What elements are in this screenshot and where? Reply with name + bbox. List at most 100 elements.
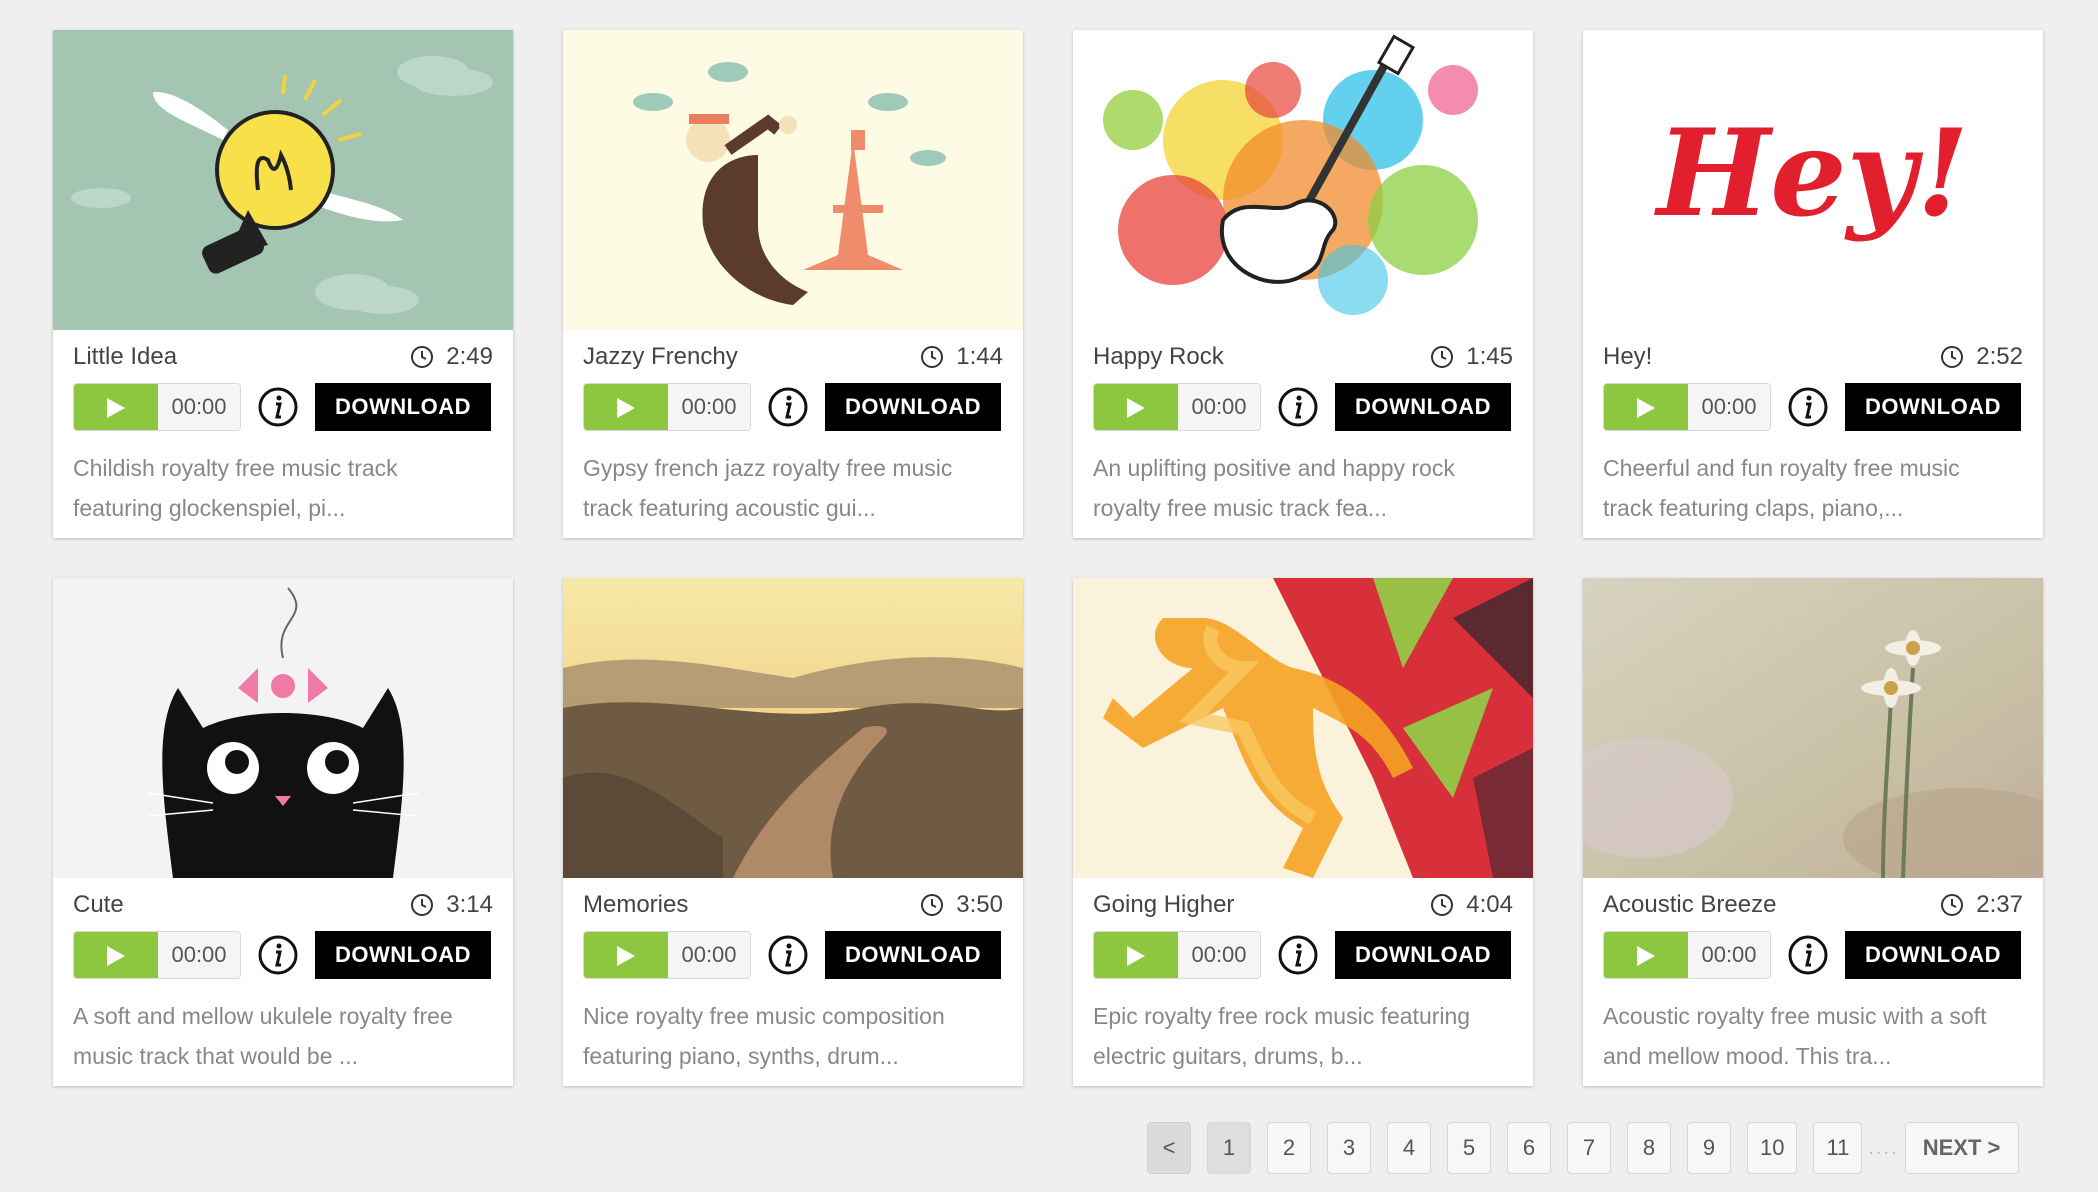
info-icon[interactable] bbox=[1787, 934, 1829, 976]
download-button[interactable]: DOWNLOAD bbox=[1335, 931, 1511, 979]
play-button[interactable] bbox=[74, 384, 158, 430]
play-icon bbox=[107, 398, 125, 418]
download-button[interactable]: DOWNLOAD bbox=[1845, 383, 2021, 431]
hey-artwork: Hey! bbox=[1583, 30, 2043, 330]
audio-player: 00:00 bbox=[583, 383, 751, 431]
clock-icon bbox=[1941, 346, 1964, 368]
track-artwork[interactable] bbox=[1583, 578, 2043, 878]
duration-text: 2:52 bbox=[1976, 343, 2023, 370]
page-button-2[interactable]: 2 bbox=[1267, 1122, 1311, 1174]
description-line: Acoustic royalty free music with a soft bbox=[1603, 1003, 1987, 1029]
track-description: Epic royalty free rock music featuring e… bbox=[1073, 980, 1533, 1076]
track-duration: 1:44 bbox=[920, 343, 1003, 371]
track-artwork[interactable] bbox=[1073, 578, 1533, 878]
duration-text: 2:37 bbox=[1976, 891, 2023, 918]
cat-artwork bbox=[53, 578, 513, 878]
play-button[interactable] bbox=[584, 384, 668, 430]
track-title: Acoustic Breeze bbox=[1603, 891, 1777, 918]
audio-player: 00:00 bbox=[1093, 383, 1261, 431]
page-button-4[interactable]: 4 bbox=[1387, 1122, 1431, 1174]
track-description: Cheerful and fun royalty free music trac… bbox=[1583, 432, 2043, 528]
page-button-1[interactable]: 1 bbox=[1207, 1122, 1251, 1174]
daisy-artwork bbox=[1583, 578, 2043, 878]
description-line: featuring glockenspiel, pi... bbox=[73, 495, 346, 521]
play-icon bbox=[617, 398, 635, 418]
info-icon[interactable] bbox=[257, 934, 299, 976]
track-duration: 1:45 bbox=[1430, 343, 1513, 371]
track-artwork[interactable]: Hey! bbox=[1583, 30, 2043, 330]
download-button[interactable]: DOWNLOAD bbox=[1335, 383, 1511, 431]
track-title: Little Idea bbox=[73, 343, 178, 370]
track-card: Going Higher 4:04 00:00 DOWNLOAD Epic ro… bbox=[1073, 578, 1533, 1086]
pagination: < 1 2 3 4 5 6 7 8 9 10 11 .... NEXT > bbox=[1147, 1122, 2019, 1174]
track-card: Acoustic Breeze 2:37 00:00 DOWNLOAD Acou… bbox=[1583, 578, 2043, 1086]
play-button[interactable] bbox=[1094, 384, 1178, 430]
track-title: Jazzy Frenchy bbox=[583, 343, 738, 370]
track-card: Jazzy Frenchy 1:44 00:00 DOWNLOAD Gypsy … bbox=[563, 30, 1023, 538]
clock-icon bbox=[921, 894, 944, 916]
download-button[interactable]: DOWNLOAD bbox=[825, 931, 1001, 979]
page-button-6[interactable]: 6 bbox=[1507, 1122, 1551, 1174]
track-description: Childish royalty free music track featur… bbox=[53, 432, 513, 528]
info-icon[interactable] bbox=[1277, 934, 1319, 976]
description-line: Childish royalty free music track bbox=[73, 455, 398, 481]
page-button-7[interactable]: 7 bbox=[1567, 1122, 1611, 1174]
track-artwork[interactable] bbox=[53, 30, 513, 330]
track-duration: 3:14 bbox=[410, 891, 493, 919]
next-page-button[interactable]: NEXT > bbox=[1904, 1122, 2019, 1174]
play-button[interactable] bbox=[74, 932, 158, 978]
track-card: Memories 3:50 00:00 DOWNLOAD Nice royalt… bbox=[563, 578, 1023, 1086]
info-icon[interactable] bbox=[767, 934, 809, 976]
track-artwork[interactable] bbox=[1073, 30, 1533, 330]
clock-icon bbox=[411, 894, 434, 916]
guitar-artwork bbox=[1073, 30, 1533, 330]
duration-text: 1:45 bbox=[1466, 343, 1513, 370]
play-icon bbox=[1637, 398, 1655, 418]
play-icon bbox=[617, 946, 635, 966]
description-line: track featuring acoustic gui... bbox=[583, 495, 876, 521]
track-card: Little Idea 2:49 00:00 DOWNLOAD Childish… bbox=[53, 30, 513, 538]
track-card: Hey! Hey! 2:52 00:00 DOWNLOAD Cheerful a… bbox=[1583, 30, 2043, 538]
audio-player: 00:00 bbox=[73, 383, 241, 431]
play-button[interactable] bbox=[1604, 384, 1688, 430]
page-button-9[interactable]: 9 bbox=[1687, 1122, 1731, 1174]
track-card: Happy Rock 1:45 00:00 DOWNLOAD An uplift… bbox=[1073, 30, 1533, 538]
page-button-10[interactable]: 10 bbox=[1747, 1122, 1798, 1174]
prev-page-button[interactable]: < bbox=[1147, 1122, 1191, 1174]
playback-time: 00:00 bbox=[158, 384, 240, 430]
playback-time: 00:00 bbox=[1688, 932, 1770, 978]
description-line: track featuring claps, piano,... bbox=[1603, 495, 1904, 521]
track-artwork[interactable] bbox=[53, 578, 513, 878]
play-icon bbox=[107, 946, 125, 966]
clock-icon bbox=[411, 346, 434, 368]
download-button[interactable]: DOWNLOAD bbox=[315, 383, 491, 431]
play-button[interactable] bbox=[1604, 932, 1688, 978]
track-artwork[interactable] bbox=[563, 30, 1023, 330]
description-line: featuring piano, synths, drum... bbox=[583, 1043, 899, 1069]
page-button-3[interactable]: 3 bbox=[1327, 1122, 1371, 1174]
track-description: An uplifting positive and happy rock roy… bbox=[1073, 432, 1533, 528]
pagination-ellipsis: .... bbox=[1868, 1136, 1899, 1159]
hey-lettering: Hey! bbox=[1654, 103, 1969, 244]
info-icon[interactable] bbox=[1787, 386, 1829, 428]
track-description: Acoustic royalty free music with a soft … bbox=[1583, 980, 2043, 1076]
download-button[interactable]: DOWNLOAD bbox=[825, 383, 1001, 431]
track-title: Going Higher bbox=[1093, 891, 1235, 918]
audio-player: 00:00 bbox=[1603, 931, 1771, 979]
download-button[interactable]: DOWNLOAD bbox=[1845, 931, 2021, 979]
page-button-11[interactable]: 11 bbox=[1813, 1122, 1863, 1174]
duration-text: 3:14 bbox=[446, 891, 493, 918]
page-button-5[interactable]: 5 bbox=[1447, 1122, 1491, 1174]
info-icon[interactable] bbox=[1277, 386, 1319, 428]
clock-icon bbox=[1431, 894, 1454, 916]
download-button[interactable]: DOWNLOAD bbox=[315, 931, 491, 979]
play-button[interactable] bbox=[1094, 932, 1178, 978]
info-icon[interactable] bbox=[767, 386, 809, 428]
track-description: Gypsy french jazz royalty free music tra… bbox=[563, 432, 1023, 528]
track-artwork[interactable] bbox=[563, 578, 1023, 878]
play-button[interactable] bbox=[584, 932, 668, 978]
info-icon[interactable] bbox=[257, 386, 299, 428]
playback-time: 00:00 bbox=[1688, 384, 1770, 430]
page-button-8[interactable]: 8 bbox=[1627, 1122, 1671, 1174]
track-duration: 2:52 bbox=[1940, 343, 2023, 371]
